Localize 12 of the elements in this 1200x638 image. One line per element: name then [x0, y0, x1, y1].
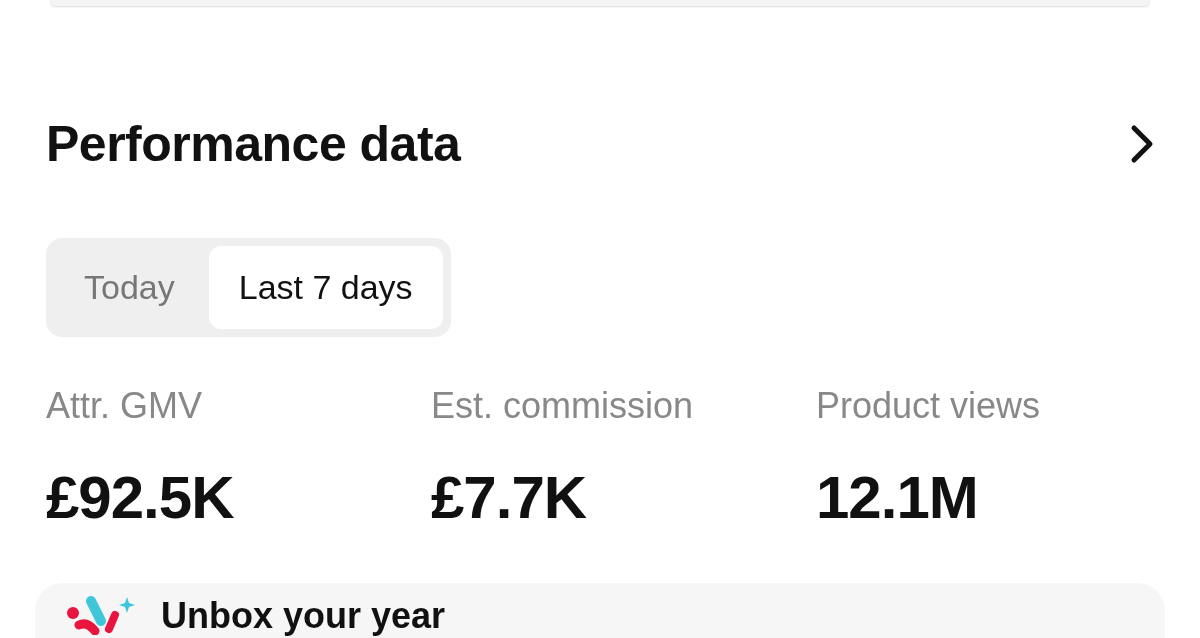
- section-title: Performance data: [46, 115, 461, 173]
- promo-card[interactable]: Unbox your year: [35, 583, 1165, 638]
- period-tab[interactable]: Last 7 days: [208, 246, 443, 329]
- metric-value: £7.7K: [431, 463, 588, 532]
- period-tab[interactable]: Today: [54, 246, 205, 329]
- metric-value: 12.1M: [816, 463, 979, 532]
- metric-value: £92.5K: [46, 463, 235, 532]
- metric-label: Est. commission: [431, 385, 695, 427]
- confetti-icon: [65, 595, 137, 635]
- metric-label: Attr. GMV: [46, 385, 204, 427]
- promo-title: Unbox your year: [161, 595, 446, 637]
- metric-label: Product views: [816, 385, 1042, 427]
